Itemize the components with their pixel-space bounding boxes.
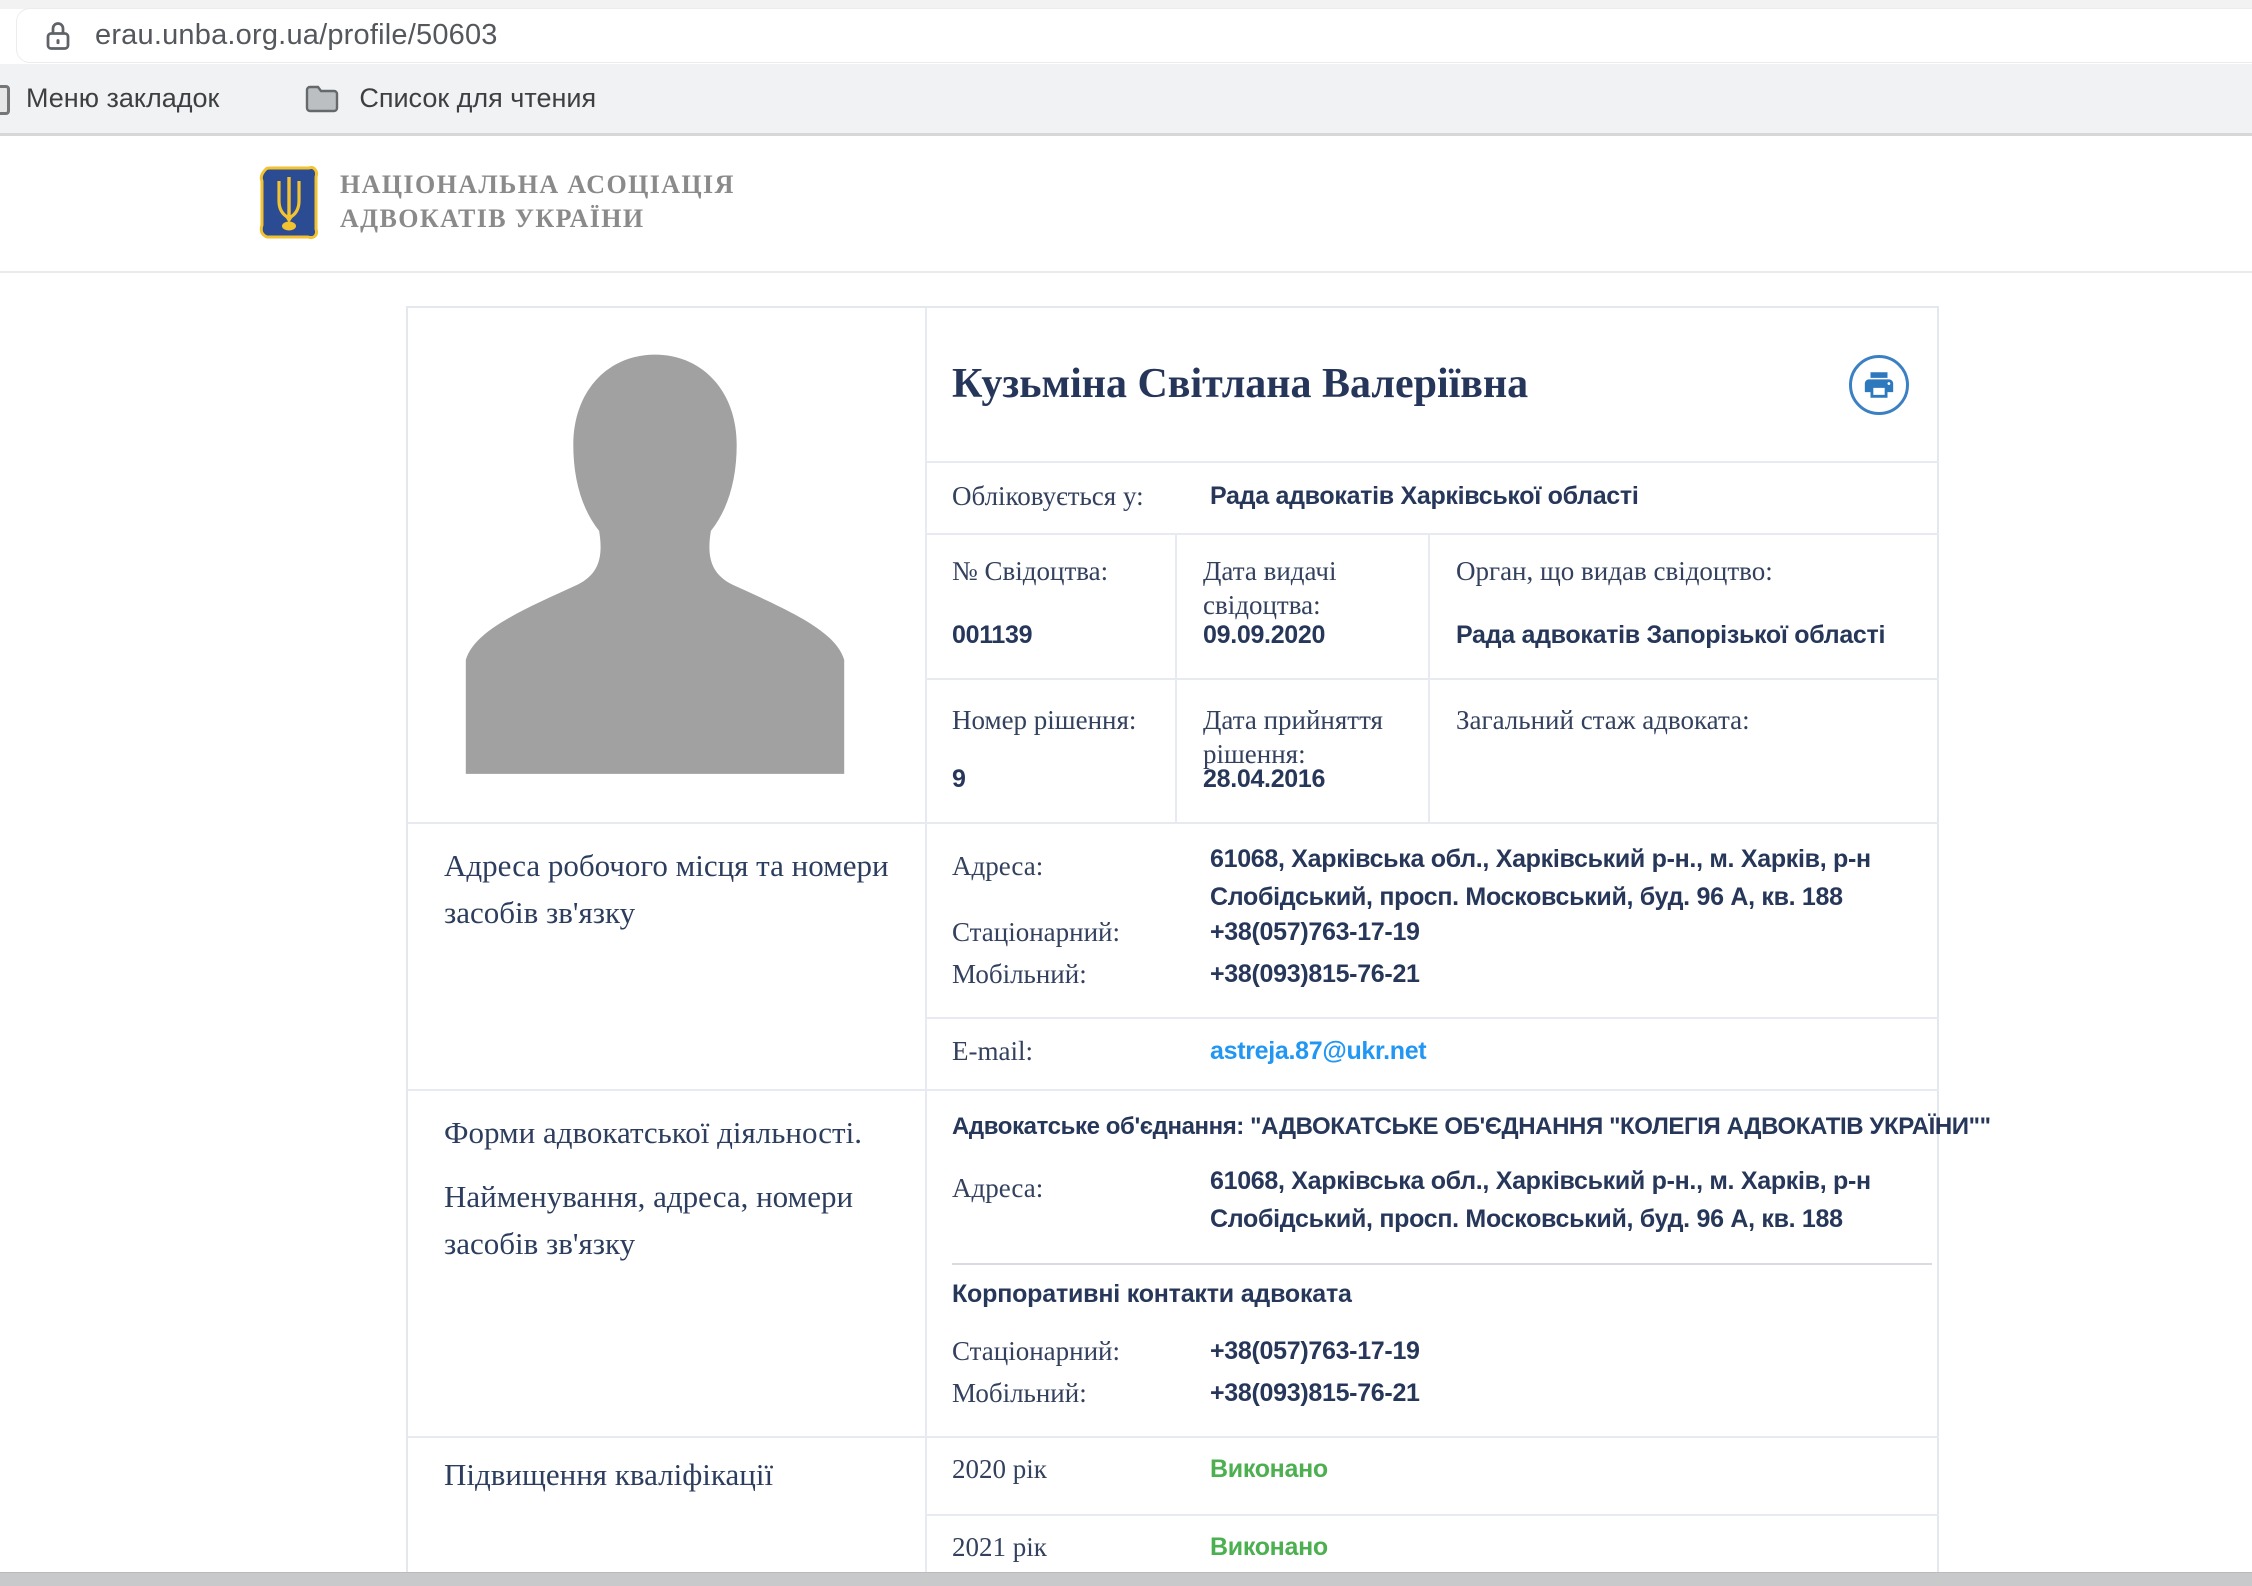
horizontal-scrollbar[interactable] [0, 1572, 2252, 1586]
reading-list-item[interactable]: Список для чтения [305, 83, 596, 114]
landline-value: +38(057)763-17-19 [1210, 913, 1420, 951]
experience-label: Загальний стаж адвоката: [1456, 703, 1916, 737]
table-border [925, 678, 1939, 680]
decision-number-value: 9 [952, 760, 966, 798]
table-border [408, 822, 1939, 824]
issuer-value: Рада адвокатів Запорізької області [1456, 616, 1916, 654]
bookmark-label: Список для чтения [359, 83, 596, 114]
table-border [925, 308, 927, 1586]
naau-logo[interactable]: НАЦІОНАЛЬНА АСОЦІАЦІЯ АДВОКАТІВ УКРАЇНИ [258, 163, 735, 241]
qualification-year: 2020 рік [952, 1452, 1047, 1486]
mobile-label: Мобільний: [952, 957, 1087, 991]
folder-icon [305, 84, 339, 114]
section-divider [952, 1263, 1932, 1265]
corporate-mobile-value: +38(093)815-76-21 [1210, 1374, 1420, 1412]
registered-at-label: Обліковується у: [952, 479, 1144, 513]
corporate-contacts-title: Корпоративні контакти адвоката [952, 1275, 1352, 1313]
org-name-line2: АДВОКАТІВ УКРАЇНИ [340, 202, 735, 236]
table-border [925, 461, 1939, 463]
issuer-label: Орган, що видав свідоцтво: [1456, 554, 1916, 588]
section-title-workplace: Адреса робочого місця та номери засобів … [444, 842, 906, 936]
lock-icon [43, 19, 73, 53]
qualification-status: Виконано [1210, 1450, 1328, 1488]
section-title-qualification: Підвищення кваліфікації [444, 1451, 884, 1498]
certificate-number-value: 001139 [952, 616, 1032, 654]
profile-card: Кузьміна Світлана Валеріївна Обліковуєть… [406, 306, 1939, 1586]
association-line: Адвокатське об'єднання: "АДВОКАТСЬКЕ ОБ'… [952, 1113, 1991, 1141]
email-label: E-mail: [952, 1034, 1033, 1068]
url-text: erau.unba.org.ua/profile/50603 [95, 19, 498, 52]
address-value: 61068, Харківська обл., Харківський р-н.… [1210, 840, 1934, 916]
bookmarks-bar: Меню закладок Список для чтения [0, 64, 2252, 136]
table-border [408, 1089, 1939, 1091]
browser-window: erau.unba.org.ua/profile/50603 Меню закл… [0, 0, 2252, 1586]
association-address-value: 61068, Харківська обл., Харківський р-н.… [1210, 1162, 1934, 1238]
decision-date-value: 28.04.2016 [1203, 760, 1325, 798]
table-border [408, 1436, 1939, 1438]
registered-at-value: Рада адвокатів Харківської області [1210, 477, 1639, 515]
naau-emblem-icon [258, 163, 320, 241]
issue-date-label: Дата видачі свідоцтва: [1203, 554, 1418, 622]
certificate-number-label: № Свідоцтва: [952, 554, 1108, 588]
section-title-activity-1: Форми адвокатської діяльності. [444, 1109, 884, 1156]
issue-date-value: 09.09.2020 [1203, 616, 1325, 654]
address-label: Адреса: [952, 849, 1043, 883]
landline-label: Стаціонарний: [952, 915, 1120, 949]
qualification-year: 2021 рік [952, 1530, 1047, 1564]
bookmark-label: Меню закладок [26, 83, 219, 114]
avatar [440, 333, 870, 779]
address-bar[interactable]: erau.unba.org.ua/profile/50603 [16, 8, 2252, 63]
page-title: Кузьміна Світлана Валеріївна [952, 360, 1528, 408]
table-border [925, 1514, 1939, 1516]
print-button[interactable] [1849, 355, 1909, 415]
corporate-mobile-label: Мобільний: [952, 1376, 1087, 1410]
bookmarks-sidebar-icon [0, 85, 10, 115]
decision-number-label: Номер рішення: [952, 703, 1136, 737]
bookmark-menu-item[interactable]: Меню закладок [26, 83, 219, 114]
printer-icon [1862, 368, 1896, 402]
site-header: НАЦІОНАЛЬНА АСОЦІАЦІЯ АДВОКАТІВ УКРАЇНИ [0, 139, 2252, 273]
section-title-activity-2: Найменування, адреса, номери засобів зв'… [444, 1173, 874, 1267]
corporate-landline-value: +38(057)763-17-19 [1210, 1332, 1420, 1370]
email-link[interactable]: astreja.87@ukr.net [1210, 1032, 1426, 1070]
org-name-line1: НАЦІОНАЛЬНА АСОЦІАЦІЯ [340, 168, 735, 202]
table-border [925, 533, 1939, 535]
table-border [925, 1017, 1939, 1019]
corporate-landline-label: Стаціонарний: [952, 1334, 1120, 1368]
qualification-status: Виконано [1210, 1528, 1328, 1566]
mobile-value: +38(093)815-76-21 [1210, 955, 1420, 993]
association-address-label: Адреса: [952, 1171, 1043, 1205]
